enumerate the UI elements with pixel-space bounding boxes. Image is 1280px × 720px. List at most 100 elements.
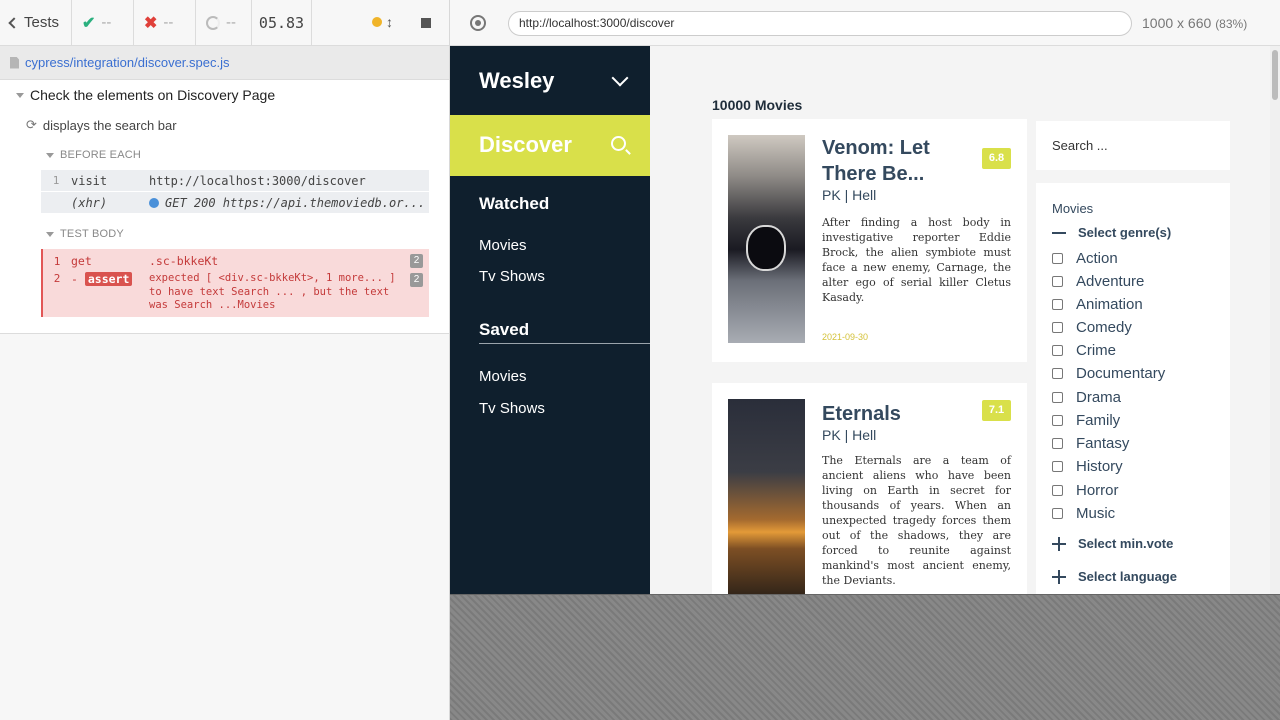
search-input[interactable]: Search ... (1036, 121, 1230, 170)
back-to-tests-button[interactable]: Tests (0, 0, 72, 46)
test-title[interactable]: ⟳ displays the search bar (26, 117, 177, 133)
before-each-label[interactable]: BEFORE EACH (46, 149, 141, 161)
venom-face-shape (746, 225, 786, 271)
checkbox[interactable] (1052, 392, 1063, 403)
min-vote-label: Select min.vote (1078, 536, 1174, 551)
checkbox[interactable] (1052, 345, 1063, 356)
genre-option[interactable]: Crime (1052, 342, 1116, 359)
genre-label: Horror (1076, 482, 1119, 499)
pending-count: -- (196, 0, 252, 46)
command-message: expected [ <div.sc-bkkeKt>, 1 more... ] … (149, 272, 396, 316)
test-body-label[interactable]: TEST BODY (46, 228, 124, 240)
browser-url-bar: http://localhost:3000/discover 1000 x 66… (450, 0, 1280, 46)
command-message: GET 200 https://api.themoviedb.or... (149, 196, 429, 210)
autoscroll-toggle[interactable]: ↕ (372, 14, 393, 31)
selector-playground-icon[interactable] (470, 15, 486, 31)
sidebar-item-watched-movies[interactable]: Movies (479, 237, 527, 254)
command-count-badge: 2 (410, 254, 423, 268)
search-icon[interactable] (611, 136, 626, 151)
genre-option[interactable]: Fantasy (1052, 435, 1129, 452)
command-name: get (71, 254, 92, 268)
before-each-text: BEFORE EACH (60, 149, 142, 161)
checkbox[interactable] (1052, 299, 1063, 310)
discover-label: Discover (479, 132, 572, 157)
checkbox[interactable] (1052, 276, 1063, 287)
chevron-left-icon (8, 17, 20, 29)
movie-card[interactable]: Venom: Let There Be... 6.8 PK | Hell Aft… (712, 119, 1027, 362)
sidebar-item-saved-tvshows[interactable]: Tv Shows (479, 400, 545, 417)
command-number: 2 (53, 272, 61, 285)
pending-circle-icon (206, 15, 220, 30)
release-date: 2021-09-30 (822, 332, 869, 342)
genre-label: History (1076, 458, 1123, 475)
genre-option[interactable]: Adventure (1052, 273, 1144, 290)
user-name: Wesley (479, 68, 555, 93)
checkbox[interactable] (1052, 461, 1063, 472)
command-row[interactable]: 1 get .sc-bkkeKt 2 (43, 252, 429, 270)
pending-value: -- (226, 14, 236, 31)
movie-poster (728, 135, 805, 343)
genre-label: Family (1076, 412, 1121, 429)
genre-option[interactable]: Action (1052, 250, 1118, 267)
command-number: 1 (53, 254, 61, 268)
caret-down-icon (16, 92, 24, 98)
command-message: .sc-bkkeKt (149, 254, 219, 268)
language-label: Select language (1078, 569, 1177, 584)
genre-label: Drama (1076, 389, 1122, 406)
scrollbar-thumb[interactable] (1272, 50, 1278, 100)
checkbox[interactable] (1052, 485, 1063, 496)
xhr-row[interactable]: (xhr) GET 200 https://api.themoviedb.or.… (41, 192, 429, 213)
assert-line: expected [ <div.sc-bkkeKt>, 1 more... ] (149, 272, 396, 284)
url-input[interactable]: http://localhost:3000/discover (508, 11, 1132, 36)
command-name: (xhr) (71, 195, 108, 210)
movie-title: Venom: Let There Be... (822, 137, 930, 185)
checkbox[interactable] (1052, 322, 1063, 333)
viewport-background (450, 594, 1280, 720)
select-genres-toggle[interactable]: Select genre(s) (1052, 225, 1171, 240)
genre-label: Select genre(s) (1078, 225, 1172, 240)
command-number: 1 (52, 174, 60, 187)
checkbox[interactable] (1052, 253, 1063, 264)
select-min-vote-toggle[interactable]: Select min.vote (1052, 536, 1173, 551)
checkbox[interactable] (1052, 508, 1063, 519)
genre-option[interactable]: Music (1052, 505, 1115, 522)
genre-option[interactable]: Comedy (1052, 319, 1132, 336)
checkbox[interactable] (1052, 415, 1063, 426)
command-message: http://localhost:3000/discover (149, 173, 366, 188)
filter-title: Movies (1052, 201, 1094, 216)
genre-option[interactable]: Drama (1052, 389, 1121, 406)
runner-controls: ↕ (312, 0, 449, 46)
genre-option[interactable]: Horror (1052, 482, 1119, 499)
app-scrollbar[interactable] (1270, 46, 1280, 594)
movie-card[interactable]: Eternals 7.1 PK | Hell The Eternals are … (712, 383, 1027, 594)
sidebar-item-discover[interactable]: Discover (450, 115, 650, 176)
plus-icon (1052, 536, 1066, 551)
checkbox[interactable] (1052, 438, 1063, 449)
movie-description: After finding a host body in investigati… (822, 216, 1011, 304)
movie-poster (728, 399, 805, 594)
spec-path-link[interactable]: cypress/integration/discover.spec.js (25, 55, 229, 70)
viewport-zoom: (83%) (1215, 17, 1248, 31)
genre-option[interactable]: History (1052, 458, 1123, 475)
assert-row[interactable]: 2 - assert expected [ <div.sc-bkkeKt>, 1… (43, 272, 429, 316)
refresh-icon: ⟳ (26, 117, 37, 132)
select-language-toggle[interactable]: Select language (1052, 569, 1177, 584)
up-down-arrow-icon: ↕ (386, 14, 393, 30)
genre-option[interactable]: Animation (1052, 296, 1143, 313)
sidebar-item-saved-movies[interactable]: Movies (479, 368, 527, 385)
genre-option[interactable]: Family (1052, 412, 1120, 429)
sidebar-item-watched-tvshows[interactable]: Tv Shows (479, 268, 545, 285)
reporter-header: Tests ✔ -- ✖ -- -- 05.83 ↕ (0, 0, 449, 46)
chevron-down-icon[interactable] (611, 69, 629, 87)
suite-title[interactable]: Check the elements on Discovery Page (16, 87, 275, 103)
checkbox[interactable] (1052, 368, 1063, 379)
movie-meta: PK | Hell (822, 427, 877, 443)
saved-heading: Saved (479, 320, 530, 339)
stop-icon[interactable] (421, 17, 431, 28)
passed-count: ✔ -- (72, 0, 134, 46)
genre-label: Music (1076, 505, 1116, 522)
x-icon: ✖ (144, 14, 158, 32)
movie-description: The Eternals are a team of ancient alien… (822, 454, 1011, 587)
command-row[interactable]: 1 visit http://localhost:3000/discover (41, 170, 429, 191)
genre-option[interactable]: Documentary (1052, 365, 1165, 382)
